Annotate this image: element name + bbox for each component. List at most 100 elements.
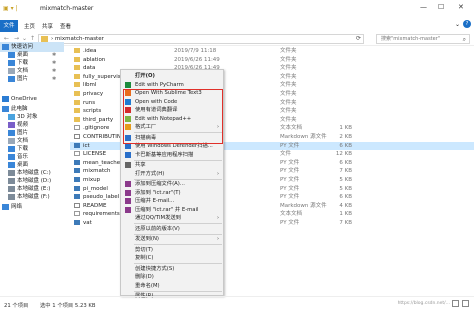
- file-size: 7 KB: [339, 220, 352, 226]
- context-menu-item[interactable]: 剪切(T): [122, 246, 223, 254]
- help-icon[interactable]: ?: [463, 20, 471, 28]
- folder-icon: [74, 73, 80, 79]
- sidebar-item-label: 图片: [17, 76, 29, 82]
- sidebar-item[interactable]: 网络: [0, 202, 64, 212]
- file-type: 文件夹: [280, 48, 297, 54]
- context-menu-label: 压缩并 E-mail...: [135, 198, 175, 204]
- context-menu-item[interactable]: 通过QQ/TIM发送到 ›: [122, 214, 223, 222]
- context-menu-item[interactable]: 复制(C): [122, 254, 223, 262]
- large-icons-view-icon[interactable]: [462, 300, 469, 307]
- python-file-icon: [74, 220, 80, 225]
- winrar-icon: [125, 206, 131, 213]
- file-name: ict: [83, 142, 90, 149]
- drive-icon: [8, 193, 15, 200]
- file-icon: [74, 202, 80, 208]
- tab-file[interactable]: 文件: [0, 20, 18, 32]
- context-menu-item[interactable]: 添加到 "ict.rar"(T): [122, 189, 223, 197]
- file-name: runs: [83, 99, 96, 106]
- search-input[interactable]: 搜索"mixmatch-master" ⌕: [376, 34, 470, 44]
- refresh-icon[interactable]: ⟳: [356, 35, 361, 42]
- computer-icon: [2, 105, 9, 112]
- file-type: PY 文件: [280, 177, 300, 183]
- file-type: Markdown 源文件: [280, 202, 327, 209]
- python-file-icon: [74, 185, 80, 191]
- context-menu-label: 添加到压缩文件(A)...: [135, 181, 185, 187]
- context-menu-item[interactable]: 发送到(N) ›: [122, 235, 223, 243]
- context-menu-label: 共享: [135, 162, 146, 168]
- context-menu-label: 通过QQ/TIM发送到: [135, 215, 181, 221]
- python-file-icon: [74, 142, 80, 148]
- file-name: .idea: [83, 48, 97, 54]
- maximize-button[interactable]: ☐: [438, 3, 444, 11]
- file-type: 文件夹: [280, 99, 297, 106]
- file-size: 2 KB: [339, 134, 352, 140]
- context-menu-label: 重命名(M): [135, 282, 160, 289]
- music-icon: [8, 153, 15, 160]
- file-name: data: [83, 65, 96, 72]
- file-type: 文件夹: [280, 82, 297, 89]
- file-icon: [74, 134, 80, 139]
- folder-icon: [74, 91, 80, 96]
- context-menu-item[interactable]: 添加到压缩文件(A)...: [122, 180, 223, 188]
- context-menu-item[interactable]: 共享: [122, 161, 223, 169]
- picture-icon: [8, 129, 15, 136]
- desktop-icon: [8, 51, 15, 58]
- file-size: 4 KB: [339, 202, 352, 209]
- file-size: 6 KB: [339, 194, 352, 201]
- file-name: mean_teacher: [83, 159, 123, 166]
- quick-access-toolbar-icon[interactable]: ▣ ▾ |: [3, 5, 18, 12]
- selection-info: 选中 1 个项目 5.23 KB: [40, 303, 96, 309]
- file-type: 文件夹: [280, 91, 297, 97]
- close-button[interactable]: ✕: [458, 3, 464, 11]
- winrar-icon: [125, 198, 131, 204]
- file-name: README: [83, 202, 107, 209]
- document-icon: [8, 137, 15, 144]
- file-row[interactable]: ablation 2019/6/26 11:49 文件夹: [70, 56, 474, 64]
- context-menu-item[interactable]: 删除(D): [122, 273, 223, 281]
- file-type: PY 文件: [280, 159, 300, 166]
- file-icon: [74, 151, 80, 157]
- tab-view[interactable]: 查看: [60, 22, 71, 30]
- sidebar-item[interactable]: 图片 ✱: [0, 74, 64, 84]
- submenu-arrow-icon: ›: [217, 215, 219, 221]
- chevron-down-icon[interactable]: ⌄: [455, 21, 460, 28]
- sidebar-item[interactable]: OneDrive: [0, 94, 64, 104]
- tab-home[interactable]: 主页: [24, 22, 35, 30]
- context-menu-item[interactable]: 打开(O): [122, 72, 223, 80]
- drive-icon: [8, 185, 15, 192]
- file-date: 2019/6/26 11:49: [174, 56, 220, 63]
- file-size: 5 KB: [339, 185, 352, 192]
- context-menu-item[interactable]: 卡巴斯基等应用程序扫描: [122, 151, 223, 159]
- context-menu-item[interactable]: 还原以前的版本(V): [122, 225, 223, 233]
- context-menu-item[interactable]: 重命名(M): [122, 282, 223, 290]
- file-date: 2019/7/9 11:18: [174, 48, 217, 54]
- sidebar-item-label: 网络: [11, 204, 23, 210]
- file-name: LICENSE: [83, 151, 107, 158]
- highlight-box: [123, 89, 223, 144]
- search-icon[interactable]: ⌕: [463, 35, 466, 44]
- share-icon: [125, 162, 131, 168]
- download-icon: [8, 59, 15, 66]
- context-menu-label: 创建快捷方式(S): [135, 265, 175, 272]
- context-menu-item[interactable]: 创建快捷方式(S): [122, 265, 223, 273]
- tab-share[interactable]: 共享: [42, 22, 53, 30]
- python-file-icon: [74, 177, 80, 182]
- cloud-icon: [2, 95, 9, 102]
- context-menu-item[interactable]: 打开方式(H) ›: [122, 170, 223, 178]
- sidebar-item-label: OneDrive: [11, 96, 37, 102]
- context-menu-item[interactable]: 压缩到 "ict.rar" 并 E-mail: [122, 206, 223, 214]
- context-menu-label: 剪切(T): [135, 246, 153, 253]
- details-view-icon[interactable]: [452, 300, 459, 307]
- file-name: pi_model: [83, 185, 108, 192]
- file-name: vat: [83, 220, 92, 226]
- context-menu-label: 压缩到 "ict.rar" 并 E-mail: [135, 206, 199, 213]
- context-menu-item[interactable]: 压缩并 E-mail...: [122, 197, 223, 205]
- minimize-button[interactable]: —: [420, 3, 427, 11]
- context-menu-label: 打开方式(H): [135, 170, 165, 177]
- address-path[interactable]: › mixmatch-master: [38, 34, 364, 44]
- file-row[interactable]: .idea 2019/7/9 11:18 文件夹: [70, 47, 474, 55]
- context-menu-item[interactable]: Edit with PyCharm: [122, 81, 223, 89]
- file-type: 文件夹: [280, 73, 297, 80]
- sidebar-item[interactable]: 本地磁盘 (F:): [0, 192, 64, 202]
- file-type: PY 文件: [280, 220, 300, 226]
